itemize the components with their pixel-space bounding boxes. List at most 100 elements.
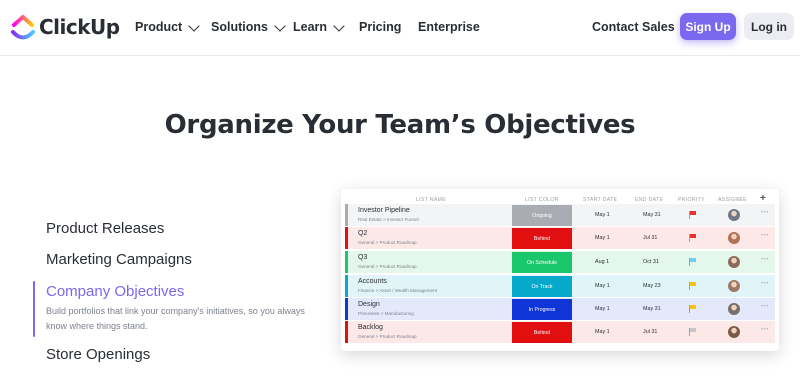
list-path: General > Product Roadmap [358, 264, 417, 269]
row-color-stripe [345, 275, 348, 297]
chevron-down-icon [188, 19, 200, 32]
start-date[interactable]: May 1 [595, 212, 610, 218]
list-name[interactable]: Design [358, 301, 380, 308]
priority-flag-icon[interactable] [689, 234, 698, 242]
feature-tab-store-openings[interactable]: Store Openings [46, 346, 150, 363]
avatar[interactable] [728, 232, 740, 244]
row-color-stripe [345, 227, 348, 249]
end-date[interactable]: Jul 31 [643, 235, 657, 241]
row-color-stripe [345, 321, 348, 343]
nav-enterprise[interactable]: Enterprise [418, 20, 480, 34]
nav-learn[interactable]: Learn [293, 19, 345, 34]
status-badge[interactable]: Ongoing [512, 205, 572, 226]
more-options-icon[interactable]: ••• [761, 304, 769, 310]
nav-enterprise-label: Enterprise [418, 20, 480, 34]
list-name[interactable]: Investor Pipeline [358, 207, 410, 214]
table-row[interactable]: Investor Pipeline Real Estate > Investor… [345, 204, 775, 227]
start-date[interactable]: May 1 [595, 235, 610, 241]
list-path: General > Product Roadmap [358, 240, 417, 245]
priority-flag-icon[interactable] [689, 282, 698, 290]
clickup-logo[interactable]: ClickUp [10, 13, 120, 41]
status-badge[interactable]: On Track [512, 276, 572, 297]
row-color-stripe [345, 298, 348, 320]
brand-name: ClickUp [39, 15, 120, 39]
col-priority: PRIORITY [678, 197, 705, 203]
priority-flag-icon[interactable] [689, 305, 698, 313]
end-date[interactable]: May 31 [643, 306, 661, 312]
chevron-down-icon [274, 19, 286, 32]
end-date[interactable]: May 31 [643, 212, 661, 218]
col-end-date: END DATE [635, 197, 664, 203]
add-column-button[interactable]: + [760, 193, 766, 204]
flag-cloth [690, 328, 696, 332]
start-date[interactable]: May 1 [595, 306, 610, 312]
flag-cloth [690, 234, 696, 238]
flag-cloth [690, 211, 696, 215]
sign-up-button[interactable]: Sign Up [680, 13, 736, 40]
more-options-icon[interactable]: ••• [761, 327, 769, 333]
row-color-stripe [345, 204, 348, 226]
end-date[interactable]: May 23 [643, 283, 661, 289]
nav-product-label: Product [135, 20, 183, 34]
table-row[interactable]: Backlog General > Product Roadmap Behind… [345, 321, 775, 344]
col-assignee: ASSIGNEE [718, 197, 747, 203]
nav-product[interactable]: Product [135, 19, 200, 34]
col-list-name: LIST NAME [416, 197, 446, 203]
avatar[interactable] [728, 209, 740, 221]
contact-sales-link[interactable]: Contact Sales [592, 20, 675, 34]
flag-cloth [690, 258, 696, 262]
contact-sales-label: Contact Sales [592, 20, 675, 34]
more-options-icon[interactable]: ••• [761, 257, 769, 263]
feature-tab-marketing-campaigns[interactable]: Marketing Campaigns [46, 251, 192, 268]
list-path: Finance > Asset / Wealth Management [358, 288, 437, 293]
start-date[interactable]: May 1 [595, 329, 610, 335]
list-name[interactable]: Backlog [358, 324, 383, 331]
flag-cloth [690, 282, 696, 286]
table-row[interactable]: Q2 General > Product Roadmap Behind May … [345, 227, 775, 250]
objectives-table-card: LIST NAME LIST COLOR START DATE END DATE… [341, 189, 779, 351]
table-row[interactable]: Accounts Finance > Asset / Wealth Manage… [345, 275, 775, 298]
priority-flag-icon[interactable] [689, 328, 698, 336]
table-row[interactable]: Q3 General > Product Roadmap On Schedule… [345, 251, 775, 274]
flag-cloth [690, 305, 696, 309]
priority-flag-icon[interactable] [689, 258, 698, 266]
feature-description: Build portfolios that link your company'… [46, 306, 305, 331]
status-badge[interactable]: Behind [512, 322, 572, 343]
active-tab-indicator [33, 281, 35, 337]
nav-pricing[interactable]: Pricing [359, 20, 401, 34]
feature-tab-product-releases[interactable]: Product Releases [46, 220, 164, 237]
avatar[interactable] [728, 303, 740, 315]
status-badge[interactable]: In Progress [512, 299, 572, 320]
avatar[interactable] [728, 256, 740, 268]
nav-solutions-label: Solutions [211, 20, 268, 34]
nav-learn-label: Learn [293, 20, 328, 34]
list-name[interactable]: Q2 [358, 230, 367, 237]
nav-solutions[interactable]: Solutions [211, 19, 286, 34]
end-date[interactable]: Oct 31 [643, 259, 659, 265]
end-date[interactable]: Jul 31 [643, 329, 657, 335]
table-row[interactable]: Design Processes > Manufacturing In Prog… [345, 298, 775, 321]
list-name[interactable]: Accounts [358, 278, 387, 285]
start-date[interactable]: May 1 [595, 283, 610, 289]
list-path: Real Estate > Investor Funnel [358, 217, 419, 222]
priority-flag-icon[interactable] [689, 211, 698, 219]
list-name[interactable]: Q3 [358, 254, 367, 261]
more-options-icon[interactable]: ••• [761, 281, 769, 287]
log-in-button[interactable]: Log in [744, 13, 794, 40]
col-start-date: START DATE [583, 197, 618, 203]
status-badge[interactable]: On Schedule [512, 252, 572, 273]
col-list-color: LIST COLOR [525, 197, 559, 203]
start-date[interactable]: Aug 1 [595, 259, 609, 265]
top-navbar: ClickUp Product Solutions Learn Pricing … [0, 0, 800, 56]
avatar[interactable] [728, 280, 740, 292]
list-path: General > Product Roadmap [358, 334, 417, 339]
more-options-icon[interactable]: ••• [761, 233, 769, 239]
list-path: Processes > Manufacturing [358, 311, 414, 316]
row-color-stripe [345, 251, 348, 273]
feature-tab-company-objectives[interactable]: Company Objectives [46, 283, 184, 300]
page-title: Organize Your Team’s Objectives [164, 110, 636, 140]
more-options-icon[interactable]: ••• [761, 210, 769, 216]
chevron-down-icon [333, 19, 345, 32]
status-badge[interactable]: Behind [512, 228, 572, 249]
avatar[interactable] [728, 326, 740, 338]
